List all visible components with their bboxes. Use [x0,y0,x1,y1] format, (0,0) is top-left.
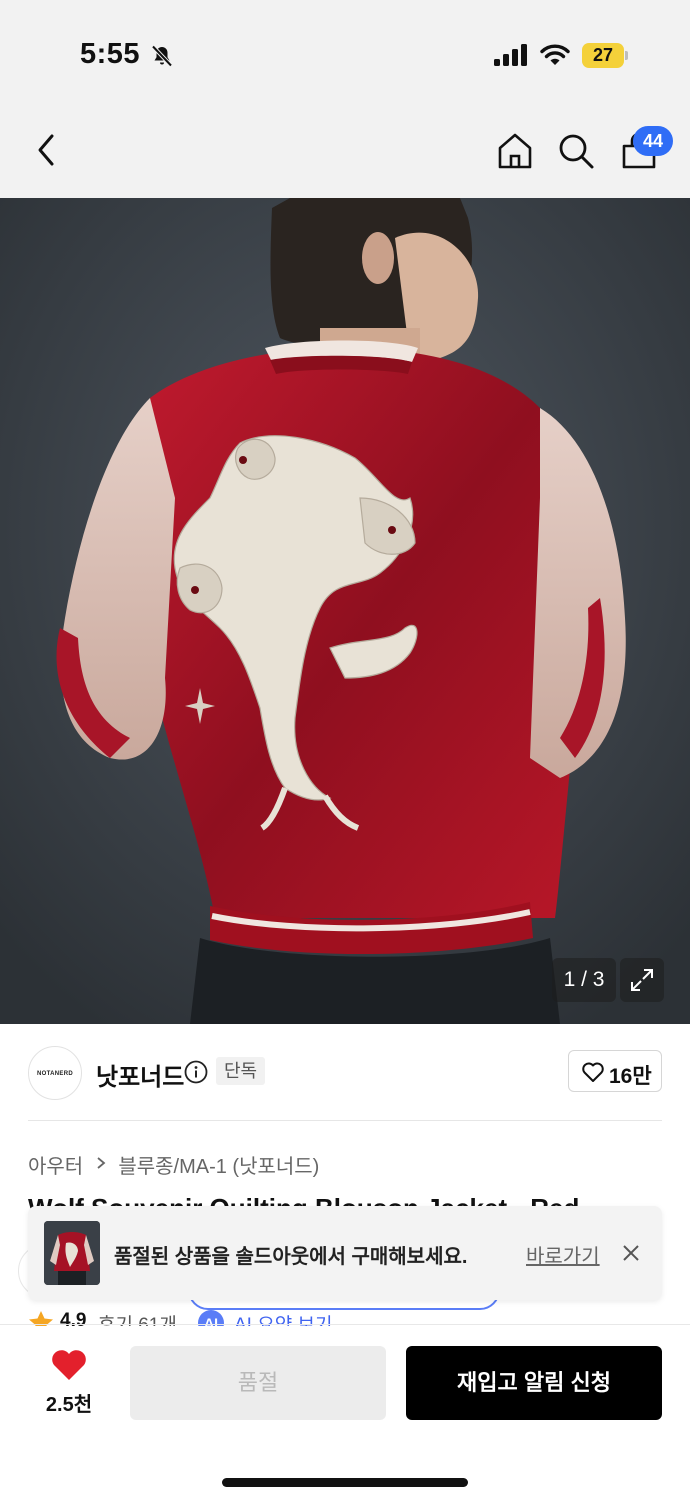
product-image[interactable] [0,198,690,1024]
expand-button[interactable] [620,958,664,1002]
heart-filled-icon[interactable] [50,1348,88,1382]
breadcrumb-item-outer[interactable]: 아우터 [28,1150,83,1179]
soldout-button: 품절 [130,1346,386,1420]
breadcrumb: 아우터 블루종/MA-1 (낫포너드) [28,1150,319,1179]
battery-level: 27 [582,43,624,68]
bell-slash-icon [151,45,173,67]
info-icon[interactable] [184,1060,208,1084]
heart-outline-icon [582,1062,604,1082]
jacket-photo [0,198,690,1024]
restock-alert-button[interactable]: 재입고 알림 신청 [406,1346,662,1420]
battery-nub [625,51,628,60]
home-indicator [222,1478,468,1487]
exclusive-badge: 단독 [216,1057,266,1085]
expand-icon [631,969,653,991]
search-icon[interactable] [557,132,595,170]
soldout-toast: 품절된 상품을 솔드아웃에서 구매해보세요. 바로가기 [28,1206,662,1300]
brand-row: NOTANERD 낫포너드 단독 16만 [0,1024,690,1122]
image-counter: 1 / 3 [552,958,616,1002]
divider [28,1120,662,1121]
status-time: 5:55 [80,38,141,70]
signal-icon [494,44,527,66]
back-icon[interactable] [30,130,66,170]
battery-icon: 27 [582,43,628,68]
wifi-icon [540,44,570,65]
close-icon[interactable] [620,1242,642,1264]
brand-name[interactable]: 낫포너드 [96,1057,184,1092]
toast-message: 품절된 상품을 솔드아웃에서 구매해보세요. [114,1246,468,1268]
jacket-thumbnail [44,1221,100,1285]
toast-shortcut-link[interactable]: 바로가기 [526,1240,600,1269]
wish-count: 2.5천 [45,1394,93,1416]
brand-like-button[interactable]: 16만 [568,1050,662,1092]
breadcrumb-item-category[interactable]: 블루종/MA-1 (낫포너드) [118,1150,319,1179]
toast-thumbnail [44,1221,100,1285]
bottom-action-bar: 2.5천 품절 재입고 알림 신청 [0,1326,690,1500]
chevron-right-icon [97,1157,106,1169]
brand-like-count: 16만 [609,1065,652,1088]
top-nav-bar: 44 [0,100,690,198]
status-bar: 5:55 27 [0,0,690,100]
divider [0,1324,690,1325]
home-icon[interactable] [496,132,534,170]
brand-logo[interactable]: NOTANERD [28,1046,82,1100]
cart-count-badge: 44 [633,126,673,156]
